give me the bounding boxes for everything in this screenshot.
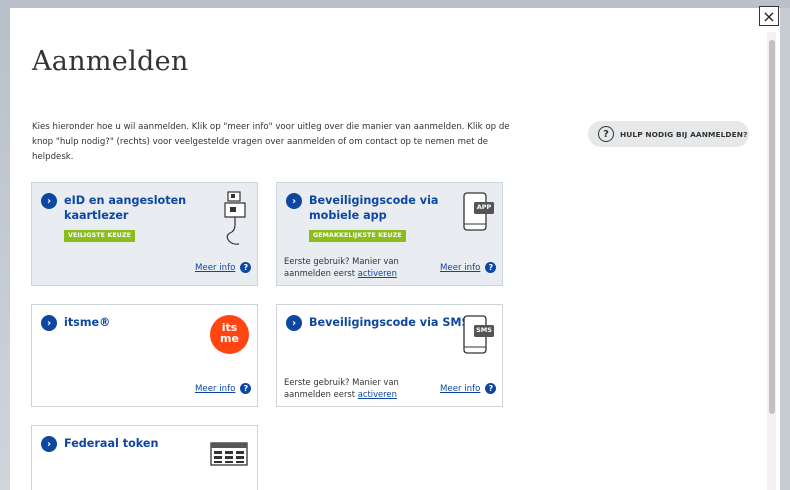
option-title[interactable]: eID en aangesloten kaartlezer	[64, 193, 204, 223]
help-circle-icon[interactable]: ?	[240, 262, 252, 273]
option-card-itsme[interactable]: › itsme® its me Meer info ?	[31, 304, 258, 407]
option-card-sms[interactable]: › Beveiligingscode via SMS SMS Eerste ge…	[276, 304, 503, 407]
page-backdrop-left	[0, 8, 10, 490]
more-info-text[interactable]: Meer info	[440, 384, 480, 394]
more-info-text[interactable]: Meer info	[440, 263, 480, 273]
login-modal: Aanmelden Kies hieronder hoe u wil aanme…	[10, 8, 780, 490]
itsme-logo-text: its me	[220, 321, 239, 345]
more-info-link[interactable]: Meer info ?	[195, 262, 252, 273]
option-card-token[interactable]: › Federaal token	[31, 425, 258, 490]
option-title[interactable]: Federaal token	[64, 436, 158, 452]
page-title: Aanmelden	[32, 46, 189, 77]
card-reader-icon	[223, 191, 249, 251]
intro-text: Kies hieronder hoe u wil aanmelden. Klik…	[32, 122, 510, 162]
sms-icon-label: SMS	[476, 326, 492, 334]
badge-safest: VEILIGSTE KEUZE	[64, 230, 136, 242]
chevron-right-icon[interactable]: ›	[41, 315, 57, 331]
question-icon: ?	[598, 126, 614, 142]
first-use-note: Eerste gebruik? Manier van aanmelden eer…	[284, 376, 419, 400]
more-info-link[interactable]: Meer info ?	[195, 383, 252, 394]
more-info-text[interactable]: Meer info	[195, 384, 235, 394]
itsme-logo-icon: its me	[210, 315, 249, 354]
scrollbar-thumb[interactable]	[769, 40, 775, 414]
help-button[interactable]: ? HULP NODIG BIJ AANMELDEN?	[588, 121, 749, 147]
phone-app-icon: APP	[463, 192, 495, 236]
phone-sms-icon: SMS	[463, 315, 495, 359]
activate-link[interactable]: activeren	[358, 389, 397, 399]
app-icon-label: APP	[476, 203, 492, 211]
more-info-text[interactable]: Meer info	[195, 263, 235, 273]
help-button-label: HULP NODIG BIJ AANMELDEN?	[620, 129, 748, 139]
chevron-right-icon[interactable]: ›	[286, 315, 302, 331]
more-info-link[interactable]: Meer info ?	[440, 383, 497, 394]
option-title[interactable]: Beveiligingscode via mobiele app	[309, 193, 449, 223]
first-use-note: Eerste gebruik? Manier van aanmelden eer…	[284, 255, 419, 279]
more-info-link[interactable]: Meer info ?	[440, 262, 497, 273]
option-card-eid[interactable]: › eID en aangesloten kaartlezer VEILIGST…	[31, 182, 258, 286]
chevron-right-icon[interactable]: ›	[286, 193, 302, 209]
help-circle-icon[interactable]: ?	[485, 262, 497, 273]
page-backdrop	[0, 0, 790, 8]
option-title[interactable]: itsme®	[64, 315, 110, 331]
token-card-icon	[210, 442, 248, 470]
help-circle-icon[interactable]: ?	[485, 383, 497, 394]
option-title[interactable]: Beveiligingscode via SMS	[309, 315, 470, 331]
chevron-right-icon[interactable]: ›	[41, 436, 57, 452]
option-card-mobile-app[interactable]: › Beveiligingscode via mobiele app GEMAK…	[276, 182, 503, 286]
activate-link[interactable]: activeren	[358, 268, 397, 278]
help-circle-icon[interactable]: ?	[240, 383, 252, 394]
badge-easiest: GEMAKKELIJKSTE KEUZE	[309, 230, 406, 242]
chevron-right-icon[interactable]: ›	[41, 193, 57, 209]
close-button[interactable]: ×	[759, 6, 779, 26]
